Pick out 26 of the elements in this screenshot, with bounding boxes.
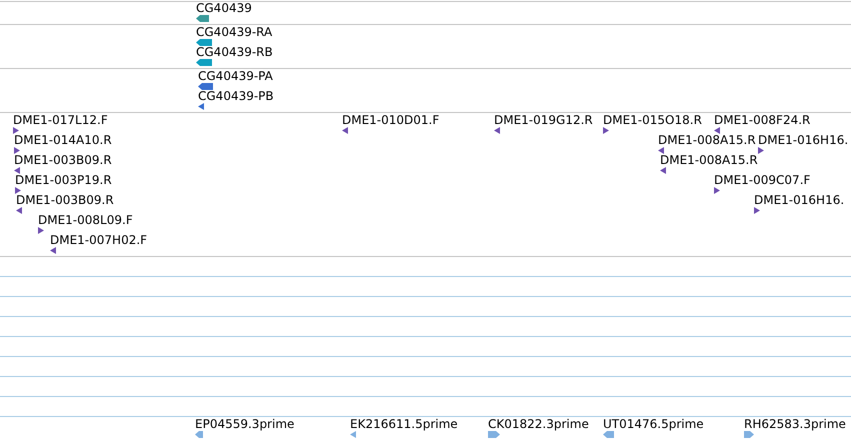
est-label: UT01476.5prime — [603, 417, 704, 431]
est-label: CK01822.3prime — [488, 417, 589, 431]
read-label: DME1-003P19.R — [15, 173, 112, 187]
read-label: DME1-014A10.R — [14, 133, 112, 147]
est-label: EP04559.3prime — [195, 417, 294, 431]
transcript-label: CG40439-RB — [196, 45, 273, 59]
transcript-label: CG40439-RA — [196, 25, 272, 39]
gene-label: CG40439 — [196, 1, 252, 15]
read-label: DME1-008F24.R — [714, 113, 810, 127]
est-label: RH62583.3prime — [744, 417, 846, 431]
read-label: DME1-009C07.F — [714, 173, 810, 187]
read-label: DME1-015O18.R — [603, 113, 702, 127]
protein-label: CG40439-PA — [198, 69, 273, 83]
est-label: EK216611.5prime — [350, 417, 458, 431]
read-label: DME1-008A15.R — [658, 133, 756, 147]
read-label: DME1-016H16. — [754, 193, 844, 207]
read-label: DME1-010D01.F — [342, 113, 440, 127]
read-label: DME1-008A15.R — [660, 153, 758, 167]
protein-label: CG40439-PB — [198, 89, 274, 103]
read-label: DME1-008L09.F — [38, 213, 133, 227]
read-label: DME1-017L12.F — [13, 113, 108, 127]
read-label: DME1-019G12.R — [494, 113, 593, 127]
read-label: DME1-007H02.F — [50, 233, 148, 247]
read-label: DME1-003B09.R — [14, 153, 112, 167]
read-label: DME1-003B09.R — [16, 193, 114, 207]
read-label: DME1-016H16. — [758, 133, 848, 147]
